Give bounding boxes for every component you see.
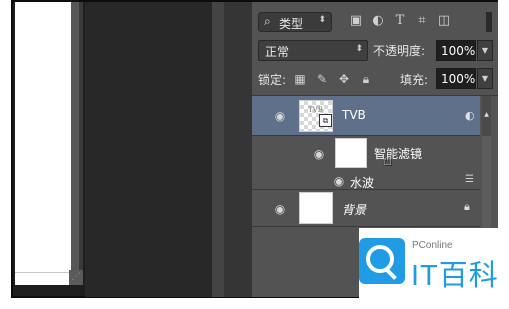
lock-transparency-icon[interactable]: ▦: [292, 71, 308, 87]
visibility-eye-icon[interactable]: ◉: [272, 203, 288, 215]
visibility-eye-icon[interactable]: ◉: [331, 175, 347, 187]
logo-tail: [385, 268, 397, 280]
filter-blending-options-icon[interactable]: ☰: [465, 174, 474, 185]
fill-dropdown-button[interactable]: ▼: [477, 68, 493, 89]
panel-dock-strip: [212, 2, 224, 297]
layer-row-tvb[interactable]: ◉ TVB ⧉ TVB ◐: [252, 96, 480, 136]
fill-input[interactable]: 100%: [436, 68, 476, 89]
smart-object-filter-icon[interactable]: ◫: [436, 13, 452, 29]
resize-grip-icon[interactable]: ⋰: [69, 270, 83, 285]
blend-row: 正常 ⬍ 不透明度: 100% ▼: [256, 40, 496, 62]
document-canvas[interactable]: [15, 2, 71, 285]
layer-name[interactable]: 背景: [342, 201, 366, 218]
layer-row-wave-filter[interactable]: ◉ 水波 ☰: [252, 173, 480, 190]
visibility-eye-icon[interactable]: ◉: [272, 110, 288, 122]
logo-ring: [366, 245, 394, 273]
canvas-pasteboard: [71, 2, 79, 272]
watermark-brand: PConline: [412, 240, 453, 251]
workspace-empty-area: [85, 2, 212, 297]
fill-label: 填充:: [400, 73, 429, 87]
lock-position-move-icon[interactable]: ✥: [336, 71, 352, 87]
layer-thumbnail: [299, 192, 333, 224]
opacity-input[interactable]: 100%: [436, 40, 476, 61]
image-filter-icon[interactable]: ▣: [348, 13, 364, 29]
lock-all-icon[interactable]: 🔒︎: [358, 71, 374, 87]
filter-toggle-switch[interactable]: [486, 12, 492, 32]
smart-filter-indicator-icon[interactable]: ◐: [465, 109, 479, 122]
opacity-label: 不透明度:: [373, 44, 426, 58]
watermark: PConline IT百科: [359, 228, 509, 300]
pconline-logo: [359, 238, 405, 284]
layer-name[interactable]: 水波: [350, 174, 374, 191]
watermark-title: IT百科: [411, 260, 499, 292]
layer-filter-row: ⌕ 类型 ⬍ ▣ ◐ T ⌗ ◫: [256, 12, 492, 34]
thumbnail-text: TVB: [308, 106, 323, 114]
canvas-vertical-scrollbar[interactable]: [79, 2, 83, 272]
layer-row-smart-filter[interactable]: ◉ 智能滤镜 ☝︎: [252, 137, 480, 173]
layer-name[interactable]: TVB: [342, 108, 366, 122]
lock-row: 锁定: ▦ ✎ ✥ 🔒︎ 填充: 100% ▼: [256, 68, 496, 90]
blend-mode-value: 正常: [265, 45, 290, 59]
hand-cursor-icon: ☝︎: [383, 151, 393, 169]
chevron-updown-icon: ⬍: [355, 44, 363, 54]
panel-dock-edge: [224, 2, 252, 297]
lock-icon: 🔒︎: [464, 200, 470, 213]
adjustment-filter-icon[interactable]: ◐: [370, 13, 386, 29]
scroll-up-arrow-icon[interactable]: ▲: [482, 96, 491, 136]
filter-kind-select[interactable]: ⌕ 类型 ⬍: [258, 12, 332, 32]
opacity-dropdown-button[interactable]: ▼: [477, 40, 493, 61]
text-filter-icon[interactable]: T: [392, 13, 408, 29]
shape-filter-icon[interactable]: ⌗: [414, 13, 430, 29]
lock-label: 锁定:: [258, 73, 287, 87]
filter-kind-label: 类型: [279, 17, 304, 31]
lock-pixels-brush-icon[interactable]: ✎: [314, 71, 330, 87]
layer-name[interactable]: 智能滤镜: [374, 145, 422, 162]
visibility-eye-icon[interactable]: ◉: [311, 148, 327, 160]
chevron-updown-icon: ⬍: [318, 15, 326, 25]
canvas-horizontal-scrollbar[interactable]: [15, 272, 71, 285]
smart-object-badge-icon: ⧉: [319, 114, 332, 127]
blend-mode-select[interactable]: 正常 ⬍: [258, 40, 368, 61]
layer-list: ◉ TVB ⧉ TVB ◐ ◉ 智能滤镜 ☝︎ ◉ 水波 ☰ ◉ 背景 🔒︎ ▲: [252, 96, 498, 236]
search-icon: ⌕: [264, 14, 271, 28]
filter-mask-thumbnail[interactable]: [335, 138, 367, 168]
layer-row-background[interactable]: ◉ 背景 🔒︎: [252, 191, 480, 227]
